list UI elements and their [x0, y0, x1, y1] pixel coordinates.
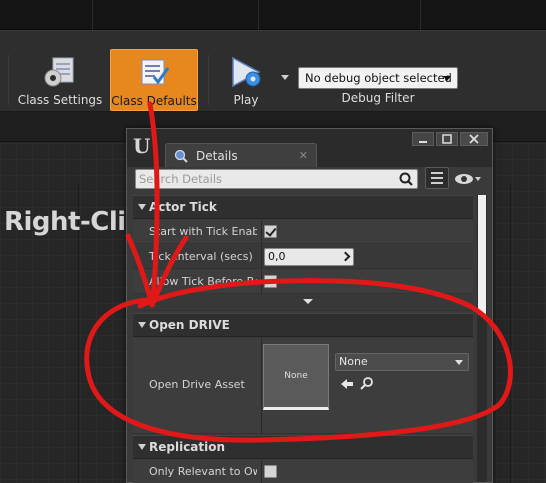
tab-details-label: Details [196, 149, 238, 163]
allow-tick-checkbox[interactable] [264, 275, 277, 288]
class-defaults-button[interactable]: Class Defaults [110, 49, 198, 111]
category-actor-tick-label: Actor Tick [149, 200, 217, 214]
graph-hint-text: Right-Clic [4, 207, 141, 237]
window-top-strip [0, 0, 546, 30]
strip-divider [258, 0, 259, 30]
expand-triangle-icon [138, 204, 146, 210]
column-splitter[interactable] [261, 338, 262, 434]
asset-thumbnail[interactable]: None [263, 344, 329, 410]
asset-thumbnail-text: None [284, 371, 308, 381]
advanced-expand-icon[interactable] [303, 299, 313, 304]
details-panel: Search Details Actor Tick Start with Tic… [131, 167, 488, 483]
play-options-dropdown[interactable] [281, 75, 289, 80]
minimize-icon [419, 141, 427, 143]
prop-allow-tick-before-begin-play: Allow Tick Before Be [133, 270, 473, 294]
tick-interval-field[interactable]: 0,0 [264, 248, 354, 266]
open-drive-asset-label: Open Drive Asset [149, 378, 245, 391]
toolbar-separator [208, 55, 209, 105]
drag-handle-icon [340, 251, 351, 262]
class-settings-label: Class Settings [17, 93, 103, 107]
column-splitter[interactable] [261, 270, 262, 294]
toolbar-separator [8, 55, 9, 105]
details-icon [174, 149, 188, 163]
search-details-input[interactable]: Search Details [135, 169, 418, 189]
tab-details[interactable]: Details ✕ [165, 143, 317, 169]
debug-object-select[interactable]: No debug object selected [298, 67, 458, 89]
details-window: U Details ✕ Search Details Actor Tick St… [126, 128, 493, 483]
tab-close-icon[interactable]: ✕ [299, 149, 308, 162]
details-titlebar[interactable]: U Details ✕ [127, 129, 492, 169]
tick-interval-value: 0,0 [268, 250, 286, 263]
tick-interval-label: Tick Interval (secs) [149, 250, 253, 263]
column-splitter[interactable] [261, 220, 262, 244]
eye-icon[interactable] [453, 169, 483, 189]
prop-start-with-tick: Start with Tick Enabl [133, 220, 473, 244]
maximize-icon [442, 134, 452, 144]
chevron-down-icon [455, 360, 463, 365]
unreal-logo-icon: U [133, 134, 151, 158]
advanced-expander-row[interactable] [133, 295, 473, 311]
view-options-icon [431, 172, 443, 184]
maximize-button[interactable] [436, 132, 458, 146]
category-open-drive[interactable]: Open DRIVE [133, 313, 473, 337]
use-selected-icon[interactable] [339, 376, 355, 392]
strip-divider [92, 0, 93, 30]
prop-open-drive-asset: Open Drive Asset None None [133, 338, 473, 434]
class-defaults-label: Class Defaults [111, 94, 197, 108]
start-with-tick-checkbox[interactable] [264, 225, 277, 238]
close-icon [469, 134, 479, 144]
close-window-button[interactable] [460, 132, 488, 146]
asset-picker-combo[interactable]: None [335, 353, 469, 371]
category-replication-label: Replication [149, 440, 226, 454]
allow-tick-label: Allow Tick Before Be [149, 275, 257, 288]
minimize-button[interactable] [412, 132, 434, 146]
search-icon [399, 172, 413, 186]
class-settings-icon [44, 57, 74, 87]
details-scrollbar-thumb[interactable] [478, 195, 486, 315]
start-with-tick-label: Start with Tick Enabl [149, 225, 257, 238]
only-relevant-checkbox[interactable] [264, 465, 277, 478]
only-relevant-label: Only Relevant to Ow [149, 465, 257, 478]
play-button[interactable]: Play [220, 49, 272, 111]
debug-object-value: No debug object selected [305, 71, 452, 85]
expand-triangle-icon [138, 322, 146, 328]
column-splitter[interactable] [261, 245, 262, 269]
prop-only-relevant-to-owner: Only Relevant to Ow [133, 460, 473, 483]
prop-tick-interval: Tick Interval (secs) 0,0 [133, 245, 473, 269]
category-replication[interactable]: Replication [133, 435, 473, 459]
strip-divider [420, 0, 421, 30]
window-controls [412, 132, 488, 146]
play-icon [232, 56, 261, 88]
chevron-down-icon [443, 76, 451, 81]
debug-filter-label: Debug Filter [341, 91, 415, 105]
class-defaults-icon [141, 59, 170, 85]
graph-grid-line [510, 183, 511, 483]
view-options-button[interactable] [425, 167, 449, 189]
category-actor-tick[interactable]: Actor Tick [133, 195, 473, 219]
browse-icon[interactable] [359, 376, 375, 392]
category-open-drive-label: Open DRIVE [149, 318, 230, 332]
asset-picker-value: None [339, 355, 368, 368]
blueprint-toolbar: Class Settings Class Defaults Play No de… [0, 30, 546, 112]
class-settings-button[interactable]: Class Settings [16, 49, 104, 111]
play-label: Play [233, 93, 259, 107]
column-splitter[interactable] [261, 460, 262, 483]
search-placeholder: Search Details [139, 172, 223, 186]
expand-triangle-icon [138, 444, 146, 450]
